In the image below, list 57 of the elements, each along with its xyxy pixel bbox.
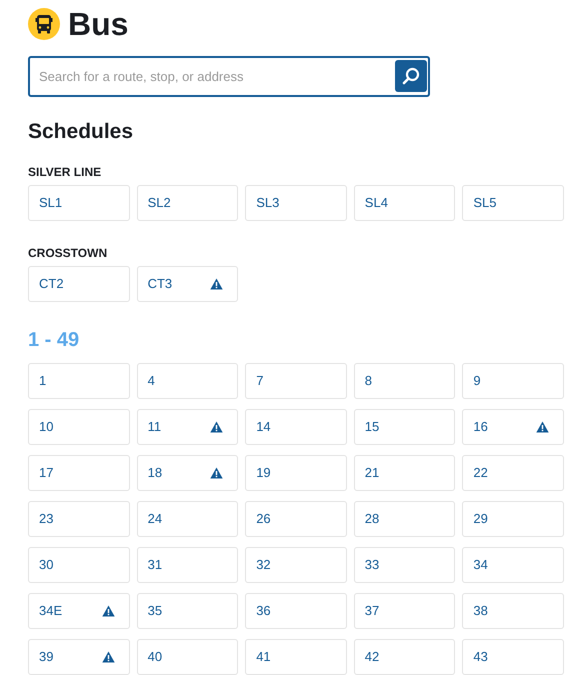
route-button[interactable]: CT3 [136, 266, 238, 302]
route-button[interactable]: 35 [136, 593, 238, 629]
route-button[interactable]: 23 [28, 501, 130, 537]
route-button[interactable]: 39 [28, 639, 130, 675]
route-button[interactable]: 42 [354, 639, 456, 675]
route-button[interactable]: 4 [136, 363, 238, 399]
alert-icon [102, 651, 115, 663]
search-field[interactable]: Search for a route, stop, or address [28, 56, 430, 97]
route-button[interactable]: 40 [136, 639, 238, 675]
route-button[interactable]: SL3 [245, 185, 347, 221]
route-button[interactable]: 21 [354, 455, 456, 491]
alert-icon [536, 421, 549, 433]
route-button[interactable]: 30 [28, 547, 130, 583]
route-button[interactable]: 34E [28, 593, 130, 629]
alert-icon [210, 278, 224, 290]
page-title: Bus [68, 8, 128, 40]
route-button[interactable]: 16 [462, 409, 564, 445]
route-button[interactable]: 24 [136, 501, 238, 537]
route-button[interactable]: 1 [28, 363, 130, 399]
route-button[interactable]: 9 [462, 363, 564, 399]
route-button[interactable]: 43 [462, 639, 564, 675]
route-button[interactable]: 26 [245, 501, 347, 537]
route-button[interactable]: 41 [245, 639, 347, 675]
group-heading: CROSSTOWN [28, 247, 108, 259]
route-button[interactable]: 36 [245, 593, 347, 629]
route-button[interactable]: 19 [245, 455, 347, 491]
alert-icon [210, 421, 224, 433]
alert-icon [210, 467, 224, 479]
route-button[interactable]: 33 [354, 547, 456, 583]
route-button[interactable]: CT2 [28, 266, 130, 302]
route-button[interactable]: SL4 [354, 185, 456, 221]
route-button[interactable]: 7 [245, 363, 347, 399]
group-heading: SILVER LINE [28, 166, 102, 178]
route-button[interactable]: SL5 [462, 185, 564, 221]
alert-icon [102, 605, 115, 617]
route-button[interactable]: 31 [136, 547, 238, 583]
route-button[interactable]: 11 [136, 409, 238, 445]
route-button[interactable]: SL1 [28, 185, 130, 221]
route-button[interactable]: 18 [136, 455, 238, 491]
route-button[interactable]: 22 [462, 455, 564, 491]
route-button[interactable]: 32 [245, 547, 347, 583]
route-button[interactable]: 38 [462, 593, 564, 629]
route-button[interactable]: 37 [354, 593, 456, 629]
route-button[interactable]: 34 [462, 547, 564, 583]
search-icon [401, 66, 421, 86]
route-button[interactable]: SL2 [136, 185, 238, 221]
route-button[interactable]: 28 [354, 501, 456, 537]
route-button[interactable]: 10 [28, 409, 130, 445]
route-button[interactable]: 8 [354, 363, 456, 399]
search-button[interactable] [395, 60, 427, 92]
bus-icon [28, 8, 60, 40]
route-button[interactable]: 17 [28, 455, 130, 491]
section-heading: Schedules [28, 121, 134, 142]
range-heading: 1 - 49 [28, 330, 80, 350]
route-button[interactable]: 14 [245, 409, 347, 445]
route-button[interactable]: 15 [354, 409, 456, 445]
route-button[interactable]: 29 [462, 501, 564, 537]
